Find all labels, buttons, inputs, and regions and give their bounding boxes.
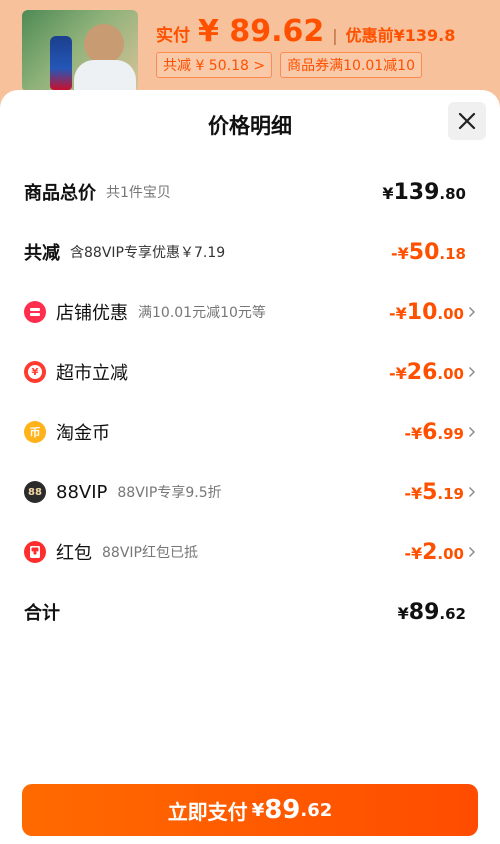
pay-button-label: 立即支付 xyxy=(167,799,248,824)
store-discount-icon xyxy=(24,301,46,323)
amount-integer: 10 xyxy=(406,299,438,325)
vip-discount-amount: -¥ 5 .19 xyxy=(404,480,476,505)
row-label: 超市立减 xyxy=(56,363,128,384)
divider: | xyxy=(332,26,338,45)
currency-symbol: -¥ xyxy=(389,363,407,383)
currency-symbol: ¥ xyxy=(397,603,409,623)
pay-amount-integer: 89 xyxy=(264,795,301,825)
amount-decimal: .19 xyxy=(437,484,464,503)
row-total-price: 商品总价 共1件宝贝 ¥ 139 .80 xyxy=(24,172,476,212)
taojinbi-amount: -¥ 6 .99 xyxy=(404,420,476,445)
thumbnail-person xyxy=(84,24,124,64)
vip-badge-text: 88 xyxy=(28,486,42,498)
row-label: 红包 xyxy=(56,543,92,564)
store-discount-amount: -¥ 10 .00 xyxy=(389,300,476,325)
red-packet-amount: -¥ 2 .00 xyxy=(404,540,476,565)
pay-amount-decimal: .62 xyxy=(300,799,333,821)
chevron-right-icon xyxy=(469,487,475,497)
red-packet-icon xyxy=(24,541,46,563)
total-reduce-tag[interactable]: 共减 ¥ 50.18 > xyxy=(156,52,273,78)
row-market-discount[interactable]: ¥ 超市立减 -¥ 26 .00 xyxy=(24,352,476,392)
amount-decimal: .00 xyxy=(437,364,464,383)
currency-symbol: -¥ xyxy=(404,483,423,503)
sum-amount: ¥ 89 .62 xyxy=(398,600,476,625)
product-thumbnail xyxy=(22,10,138,92)
amount-integer: 50 xyxy=(408,239,440,265)
coupon-tag[interactable]: 商品券满10.01减10 xyxy=(280,52,422,78)
row-sublabel: 88VIP专享9.5折 xyxy=(117,485,222,501)
gold-coin-icon: 币 xyxy=(24,421,46,443)
price-detail-sheet: 价格明细 商品总价 共1件宝贝 ¥ 139 .80 共减 含88VIP专享优惠￥… xyxy=(0,90,500,844)
total-reduce-amount: -¥ 50 .18 xyxy=(391,240,476,265)
chevron-right-icon xyxy=(469,307,475,317)
amount-decimal: .99 xyxy=(437,424,464,443)
row-label: 店铺优惠 xyxy=(56,303,128,324)
row-label: 商品总价 xyxy=(24,183,96,204)
total-price-amount: ¥ 139 .80 xyxy=(382,180,476,205)
amount-integer: 89 xyxy=(408,599,440,625)
chevron-right-icon xyxy=(469,427,475,437)
close-button[interactable] xyxy=(448,102,486,140)
sheet-title: 价格明细 xyxy=(208,114,292,138)
amount-decimal: .00 xyxy=(437,544,464,563)
currency-symbol: -¥ xyxy=(404,423,423,443)
thumbnail-shirt xyxy=(74,60,136,92)
vip-badge-icon: 88 xyxy=(24,481,46,503)
close-icon xyxy=(458,112,476,130)
row-label: 淘金币 xyxy=(56,423,110,444)
row-red-packet[interactable]: 红包 88VIP红包已抵 -¥ 2 .00 xyxy=(24,532,476,572)
amount-decimal: .62 xyxy=(439,604,466,623)
amount-integer: 6 xyxy=(422,419,438,445)
yuan-coin-icon: ¥ xyxy=(24,361,46,383)
currency-symbol: -¥ xyxy=(391,243,409,263)
pay-now-button[interactable]: 立即支付 ¥ 89 .62 xyxy=(22,784,478,836)
row-label: 88VIP xyxy=(56,481,108,503)
row-store-discount[interactable]: 店铺优惠 满10.01元减10元等 -¥ 10 .00 xyxy=(24,292,476,332)
amount-decimal: .18 xyxy=(439,244,466,263)
discount-tags: 共减 ¥ 50.18 > 商品券满10.01减10 xyxy=(156,52,422,78)
currency-symbol: ¥ xyxy=(382,183,394,203)
amount-integer: 2 xyxy=(422,539,438,565)
chevron-right-icon xyxy=(469,547,475,557)
row-sublabel: 含88VIP专享优惠￥7.19 xyxy=(70,245,226,261)
row-88vip[interactable]: 88 88VIP 88VIP专享9.5折 -¥ 5 .19 xyxy=(24,472,476,512)
market-discount-amount: -¥ 26 .00 xyxy=(389,360,476,385)
currency-symbol: -¥ xyxy=(404,543,423,563)
paid-value: ¥ 89.62 xyxy=(198,14,325,49)
row-sublabel: 88VIP红包已抵 xyxy=(102,545,198,561)
pay-currency: ¥ xyxy=(251,799,265,821)
row-sum: 合计 ¥ 89 .62 xyxy=(24,592,476,632)
amount-decimal: .80 xyxy=(439,184,466,203)
amount-integer: 139 xyxy=(393,179,440,205)
amount-integer: 5 xyxy=(422,479,438,505)
chevron-right-icon xyxy=(469,367,475,377)
row-sublabel: 共1件宝贝 xyxy=(106,185,171,201)
paid-label: 实付 xyxy=(156,26,190,46)
row-label: 共减 xyxy=(24,243,60,264)
before-discount-label: 优惠前¥139.8 xyxy=(345,26,456,45)
paid-summary: 实付 ¥ 89.62 | 优惠前¥139.8 xyxy=(156,14,455,49)
amount-decimal: .00 xyxy=(437,304,464,323)
row-total-reduce: 共减 含88VIP专享优惠￥7.19 -¥ 50 .18 xyxy=(24,232,476,272)
thumbnail-bottle xyxy=(50,36,72,90)
amount-integer: 26 xyxy=(406,359,438,385)
currency-symbol: -¥ xyxy=(389,303,407,323)
row-sublabel: 满10.01元减10元等 xyxy=(138,305,266,321)
row-taojinbi[interactable]: 币 淘金币 -¥ 6 .99 xyxy=(24,412,476,452)
row-label: 合计 xyxy=(24,603,60,624)
